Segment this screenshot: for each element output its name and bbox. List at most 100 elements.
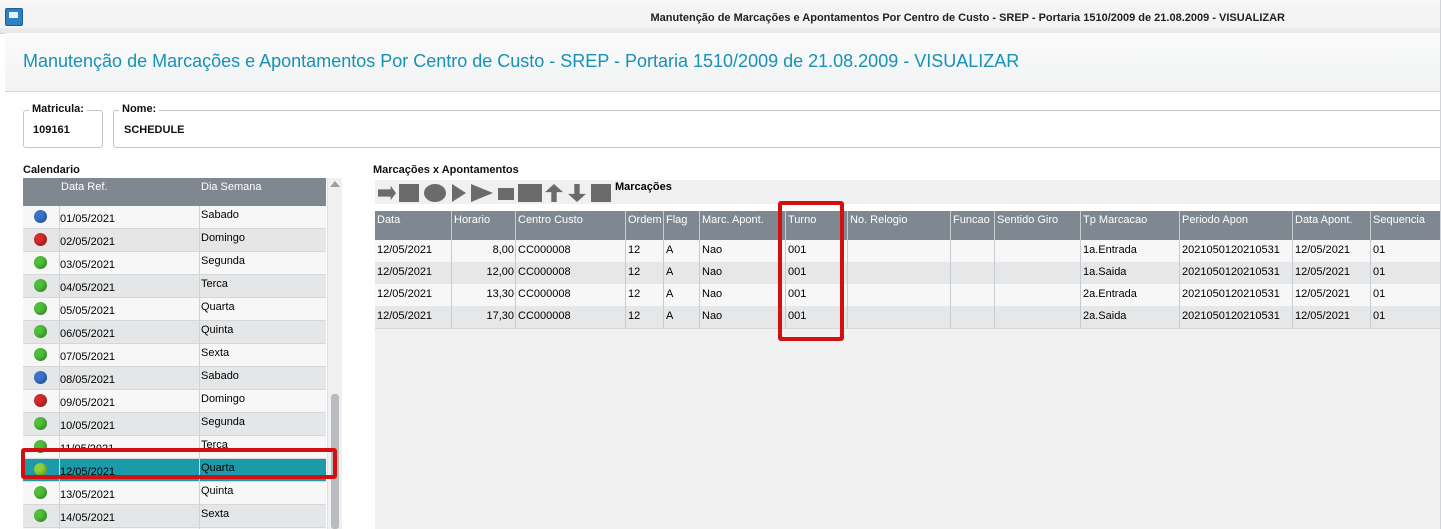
calendar-date: 14/05/2021 [59,505,159,527]
calendar-title: Calendario [23,164,80,176]
calendar-date: 06/05/2021 [59,321,159,343]
table-cell: 2021050120210531 [1182,310,1280,322]
turno-column-highlight [778,201,844,341]
table-cell: 2021050120210531 [1182,244,1280,256]
table-cell: 12 [628,310,641,322]
calendar-col-dia-semana[interactable]: Dia Semana [201,181,262,193]
status-indicator-icon [34,233,47,246]
column-divider [699,211,700,328]
calendar-weekday: Segunda [199,252,326,274]
status-indicator-icon [34,486,47,499]
table-cell: 2a.Saida [1083,310,1127,322]
table-cell: 01 [1373,310,1386,322]
calendar-row[interactable]: 09/05/2021 Domingo [23,390,326,413]
column-header[interactable]: Data [377,214,400,226]
table-cell: 12,00 [486,266,514,278]
column-header[interactable]: Periodo Apon [1182,214,1248,226]
column-header[interactable]: Sequencia [1373,214,1425,226]
column-divider [1080,211,1081,328]
table-cell: 13,30 [486,288,514,300]
calendar-row[interactable]: 04/05/2021 Terca [23,275,326,298]
scroll-up-icon[interactable] [330,181,340,187]
calendar-weekday: Domingo [199,229,326,251]
table-cell: 12/05/2021 [1295,288,1351,300]
table-cell: 12 [628,266,641,278]
status-indicator-icon [34,325,47,338]
calendar-row[interactable]: 08/05/2021 Sabado [23,367,326,390]
flag-icon[interactable] [591,184,611,202]
calendar-row[interactable]: 10/05/2021 Segunda [23,413,326,436]
marcacoes-grid-header: Data Horario Centro Custo Ordem Flag Marc. Ap… [375,211,1441,240]
table-row[interactable]: 12/05/2021 13,30 CC000008 12 A Nao 001 2a.Entra… [375,284,1441,307]
table-cell: A [666,288,674,300]
status-indicator-icon [34,279,47,292]
column-header[interactable]: Horario [454,214,490,226]
column-divider [515,211,516,328]
column-header[interactable]: Flag [666,214,687,226]
status-indicator-icon [34,256,47,269]
table-cell: 12/05/2021 [377,288,433,300]
column-header[interactable]: Funcao [953,214,990,226]
selected-day-highlight [21,448,337,479]
calendar-date: 07/05/2021 [59,344,159,366]
calendar-row[interactable]: 05/05/2021 Quarta [23,298,326,321]
table-cell: 12/05/2021 [1295,310,1351,322]
status-indicator-icon [34,302,47,315]
column-divider [950,211,951,328]
calendar-row[interactable]: 03/05/2021 Segunda [23,252,326,275]
calendar-weekday: Segunda [199,413,326,435]
calendar-date: 01/05/2021 [59,206,159,228]
calendar-date: 05/05/2021 [59,298,159,320]
table-cell: 12 [628,244,641,256]
table-cell: 01 [1373,288,1386,300]
calendar-row[interactable]: 02/05/2021 Domingo [23,229,326,252]
table-cell: 12/05/2021 [377,266,433,278]
table-cell: Nao [702,310,723,322]
calendar-weekday: Sabado [199,206,326,228]
thumb-icon[interactable] [518,184,542,202]
table-cell: 12/05/2021 [377,244,433,256]
column-header[interactable]: Data Apont. [1295,214,1353,226]
calendar-row[interactable]: 13/05/2021 Quinta [23,482,326,505]
status-indicator-icon [34,210,47,223]
calendar-date: 04/05/2021 [59,275,159,297]
calendar-col-data-ref[interactable]: Data Ref. [61,181,107,193]
column-header[interactable]: No. Relogio [850,214,907,226]
calendar-weekday: Quarta [199,298,326,320]
column-header[interactable]: Centro Custo [518,214,583,226]
table-cell: Nao [702,288,723,300]
record-icon[interactable] [424,184,446,202]
marcacoes-toolbar-label: Marcações [615,181,672,193]
table-cell: A [666,266,674,278]
column-header[interactable]: Tp Marcacao [1083,214,1147,226]
calendar-row[interactable]: 14/05/2021 Sexta [23,505,326,528]
column-divider [994,211,995,328]
table-row[interactable]: 12/05/2021 17,30 CC000008 12 A Nao 001 2a.Saida… [375,306,1441,329]
table-row[interactable]: 12/05/2021 12,00 CC000008 12 A Nao 001 1a.Saida… [375,262,1441,285]
calendar-weekday: Quinta [199,482,326,504]
matricula-value: 109161 [33,124,70,136]
column-divider [1370,211,1371,328]
column-header[interactable]: Marc. Apont. [702,214,764,226]
table-row[interactable]: 12/05/2021 8,00 CC000008 12 A Nao 001 1a.Entrad… [375,240,1441,263]
nome-field[interactable] [113,110,1441,148]
column-divider [663,211,664,328]
calendar-row[interactable]: 01/05/2021 Sabado [23,206,326,229]
column-header[interactable]: Sentido Giro [997,214,1058,226]
column-header[interactable]: Ordem [628,214,662,226]
status-indicator-icon [34,348,47,361]
delete-icon[interactable] [399,184,419,202]
calendar-row[interactable]: 07/05/2021 Sexta [23,344,326,367]
table-cell: 12/05/2021 [377,310,433,322]
calendar-row[interactable]: 06/05/2021 Quinta [23,321,326,344]
column-divider [451,211,452,328]
table-cell: 12/05/2021 [1295,266,1351,278]
table-cell: 1a.Entrada [1083,244,1137,256]
table-cell: A [666,244,674,256]
table-cell: 1a.Saida [1083,266,1127,278]
equals-icon[interactable] [498,188,514,200]
nome-value: SCHEDULE [124,124,185,136]
app-icon[interactable] [5,8,23,26]
table-cell: Nao [702,266,723,278]
calendar-weekday: Sabado [199,367,326,389]
